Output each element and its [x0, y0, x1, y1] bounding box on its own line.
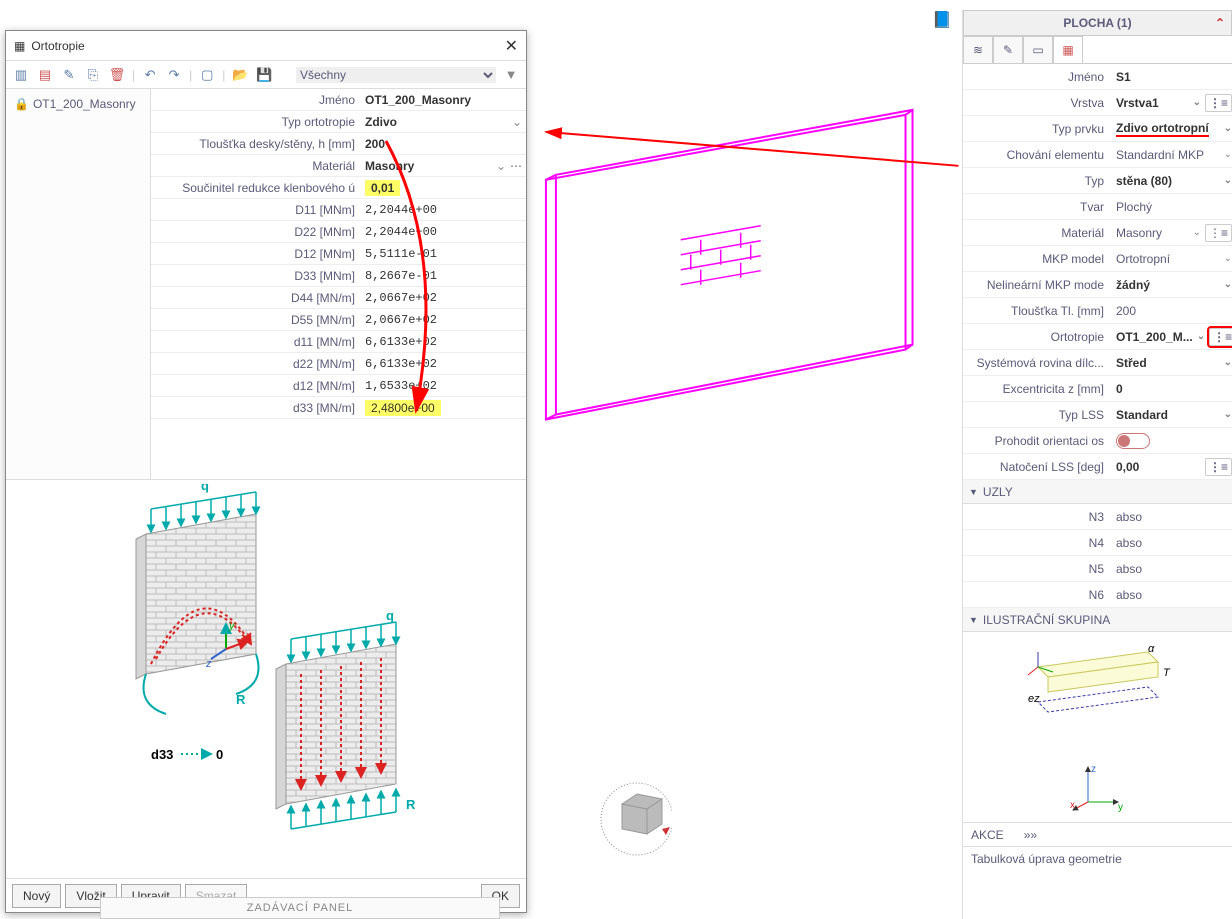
section-illustration[interactable]: ILUSTRAČNÍ SKUPINA	[963, 608, 1232, 632]
inp-d22[interactable]: 6,6133e+02	[361, 357, 526, 371]
list-item[interactable]: 🔒 OT1_200_Masonry	[10, 93, 146, 115]
tool-win-icon[interactable]: ▢	[198, 66, 216, 84]
tool-delete-icon[interactable]: 🗑	[108, 66, 126, 84]
val-nonlin[interactable]: žádný⌄	[1112, 278, 1232, 292]
val-material[interactable]: Masonry⌄⋮≡	[1112, 224, 1232, 242]
tool-edit-icon[interactable]: ✎	[60, 66, 78, 84]
inp-D22[interactable]: 2,2044e+00	[361, 225, 526, 239]
svg-text:d33: d33	[151, 747, 173, 762]
svg-text:R: R	[236, 692, 246, 707]
svg-text:z: z	[1091, 764, 1096, 775]
tool-save-icon[interactable]: ▤	[36, 66, 54, 84]
tool-disk-icon[interactable]: 💾	[255, 66, 273, 84]
tab-brick[interactable]: ▦	[1053, 36, 1083, 63]
tab-box[interactable]: ▭	[1023, 36, 1053, 63]
tab-brush[interactable]: ✎	[993, 36, 1023, 63]
inp-D11[interactable]: 2,2044e+00	[361, 203, 526, 217]
svg-text:z: z	[205, 658, 212, 670]
tool-undo-icon[interactable]: ↶	[141, 66, 159, 84]
gear-icon[interactable]: ⋮≡	[1205, 458, 1232, 476]
val-swap[interactable]	[1112, 433, 1232, 449]
val-thickness[interactable]: 200	[1112, 304, 1232, 318]
ortho-gear-icon[interactable]: ⋮≡	[1209, 328, 1232, 346]
filter-icon[interactable]: ▼	[502, 66, 520, 84]
illustration: α T ez z y x	[963, 632, 1232, 822]
inp-mat[interactable]: Masonry⌄⋯	[361, 159, 526, 173]
val-behavior[interactable]: Standardní MKP⌄	[1112, 148, 1232, 162]
inp-D33[interactable]: 8,2667e-01	[361, 269, 526, 283]
section-actions: AKCE »»	[963, 822, 1232, 846]
svg-text:x: x	[245, 630, 252, 642]
svg-text:y: y	[1118, 802, 1123, 812]
properties-panel: PLOCHA (1) ⌃ ≋ ✎ ▭ ▦ JménoS1 VrstvaVrstv…	[962, 10, 1232, 919]
val-eltype[interactable]: Zdivo ortotropní⌄	[1112, 121, 1232, 137]
inp-name[interactable]: OT1_200_Masonry	[361, 93, 526, 107]
inp-d12[interactable]: 1,6533e+02	[361, 379, 526, 393]
tool-copy-icon[interactable]: ⎘	[84, 66, 102, 84]
gear-icon[interactable]: ⋮≡	[1205, 224, 1232, 242]
svg-text:T: T	[1163, 667, 1171, 679]
val-mkp[interactable]: Ortotropní⌄	[1112, 252, 1232, 266]
val-lss[interactable]: Standard⌄	[1112, 408, 1232, 422]
new-button[interactable]: Nový	[12, 884, 61, 908]
section-nodes[interactable]: UZLY	[963, 480, 1232, 504]
gear-icon[interactable]: ⋮≡	[1205, 94, 1232, 112]
svg-text:0: 0	[216, 747, 223, 762]
svg-text:q: q	[201, 484, 209, 493]
svg-text:R: R	[406, 797, 416, 812]
inp-thick[interactable]: 200	[361, 137, 526, 151]
dialog-illustration: q R y x z d33 0	[6, 479, 526, 878]
inp-d11[interactable]: 6,6133e+02	[361, 335, 526, 349]
inp-coeff[interactable]: 0,01	[361, 180, 526, 196]
tool-open-icon[interactable]: 📂	[231, 66, 249, 84]
tab-layers[interactable]: ≋	[963, 36, 993, 63]
collapse-icon[interactable]: ⌃	[1215, 16, 1225, 30]
val-layer[interactable]: Vrstva1⌄⋮≡	[1112, 94, 1232, 112]
svg-text:ez: ez	[1028, 693, 1040, 705]
dialog-title-bar[interactable]: ▦ Ortotropie ✕	[6, 31, 526, 61]
inp-d33[interactable]: 2,4800e+00	[361, 400, 526, 416]
ortotropie-dialog: ▦ Ortotropie ✕ ▥ ▤ ✎ ⎘ 🗑 | ↶ ↷ | ▢ | 📂 💾…	[5, 30, 527, 913]
dialog-title: Ortotropie	[31, 39, 84, 53]
dialog-toolbar: ▥ ▤ ✎ ⎘ 🗑 | ↶ ↷ | ▢ | 📂 💾 Všechny ▼	[6, 61, 526, 89]
val-name[interactable]: S1	[1112, 70, 1232, 84]
val-n6: abso	[1112, 588, 1232, 602]
val-orthotropy[interactable]: OT1_200_M...⌄⋮≡	[1112, 328, 1232, 346]
filter-select[interactable]: Všechny	[296, 67, 496, 83]
inp-D12[interactable]: 5,5111e-01	[361, 247, 526, 261]
val-rotation[interactable]: 0,00⋮≡	[1112, 458, 1232, 476]
nav-cube[interactable]	[592, 779, 672, 859]
dialog-list[interactable]: 🔒 OT1_200_Masonry	[6, 89, 151, 479]
help-book-icon[interactable]: 📘	[932, 10, 952, 30]
panel-title: PLOCHA (1) ⌃	[963, 10, 1232, 36]
inp-type[interactable]: Zdivo⌄	[361, 115, 526, 129]
dialog-properties: JménoOT1_200_Masonry Typ ortotropieZdivo…	[151, 89, 526, 479]
dots-icon[interactable]: ⋯	[510, 159, 522, 173]
inp-D44[interactable]: 2,0667e+02	[361, 291, 526, 305]
svg-text:x: x	[1070, 800, 1075, 811]
tool-new-icon[interactable]: ▥	[12, 66, 30, 84]
inp-D55[interactable]: 2,0667e+02	[361, 313, 526, 327]
svg-text:α: α	[1148, 643, 1155, 655]
val-sysplane[interactable]: Střed⌄	[1112, 356, 1232, 370]
val-n5: abso	[1112, 562, 1232, 576]
tool-redo-icon[interactable]: ↷	[165, 66, 183, 84]
val-n4: abso	[1112, 536, 1232, 550]
val-eccentricity[interactable]: 0	[1112, 382, 1232, 396]
toggle-switch[interactable]	[1116, 433, 1150, 449]
close-icon[interactable]: ✕	[505, 36, 518, 56]
val-n3: abso	[1112, 510, 1232, 524]
val-shape: Plochý	[1112, 200, 1232, 214]
lock-icon: 🔒	[14, 97, 29, 111]
action-table-edit[interactable]: Tabulková úprava geometrie	[963, 846, 1232, 870]
input-panel-bar[interactable]: ZADÁVACÍ PANEL	[100, 897, 500, 919]
panel-tabs: ≋ ✎ ▭ ▦	[963, 36, 1232, 64]
val-type[interactable]: stěna (80)⌄	[1112, 174, 1232, 188]
svg-text:q: q	[386, 608, 394, 623]
